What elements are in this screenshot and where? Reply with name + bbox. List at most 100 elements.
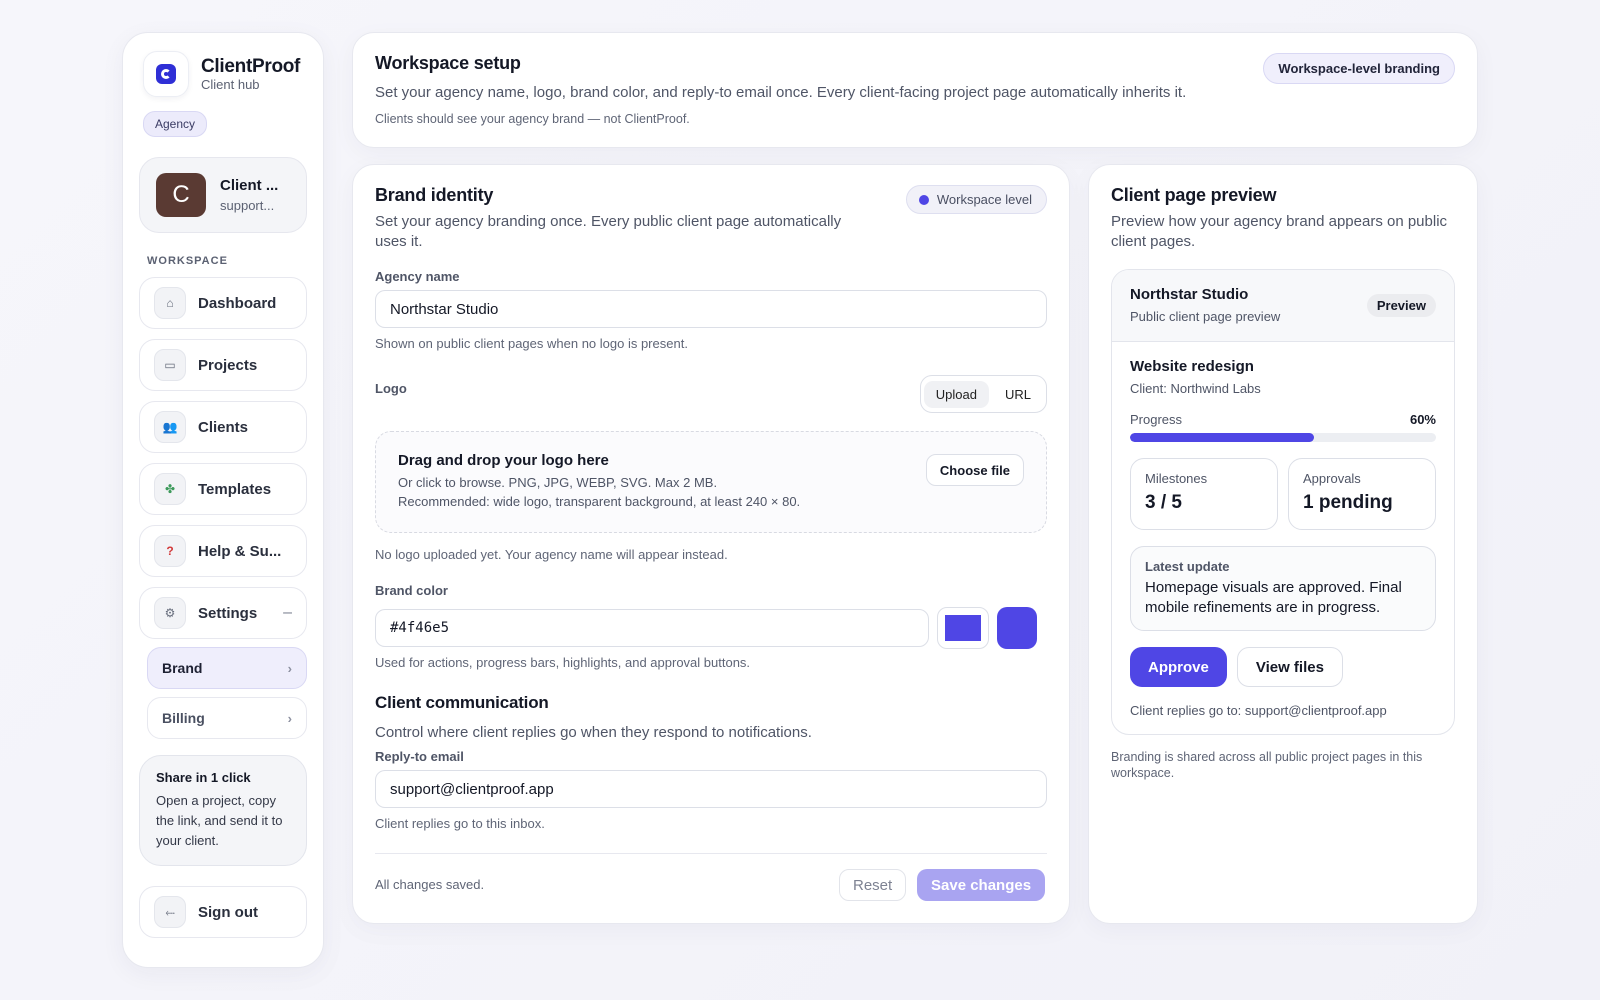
user-card[interactable]: C Client ... support... (139, 157, 307, 233)
preview-card-body: Website redesign Client: Northwind Labs … (1112, 342, 1454, 734)
logout-icon: ⬸ (154, 896, 186, 928)
preview-reply-note: Client replies go to: support@clientproo… (1130, 703, 1387, 718)
signout-button[interactable]: ⬸ Sign out (139, 886, 307, 938)
reply-to-field: Reply-to email support@clientproof.app C… (375, 749, 1047, 831)
color-picker-swatch[interactable] (937, 607, 989, 649)
nav-settings[interactable]: ⚙ Settings – (139, 587, 307, 639)
nav-label: Settings (198, 604, 258, 622)
brand-color-preview (997, 607, 1037, 649)
logo-dropzone[interactable]: Drag and drop your logo here Or click to… (375, 431, 1047, 533)
user-name: Client ... (220, 177, 279, 194)
client-communication-description: Control where client replies go when the… (375, 724, 812, 741)
share-title: Share in 1 click (156, 770, 251, 785)
client-communication-title: Client communication (375, 693, 549, 712)
milestones-value: 3 / 5 (1145, 492, 1182, 513)
approvals-stat: Approvals 1 pending (1288, 458, 1436, 530)
view-files-button[interactable]: View files (1236, 647, 1343, 687)
nav-dashboard[interactable]: ⌂ Dashboard (139, 277, 307, 329)
nav-clients[interactable]: 👥 Clients (139, 401, 307, 453)
nav-label: Projects (198, 356, 258, 374)
reset-button[interactable]: Reset (839, 869, 907, 901)
app-name: ClientProof (201, 56, 301, 77)
brand-identity-description: Set your agency branding once. Every pub… (375, 213, 842, 250)
subnav-billing[interactable]: Billing › (147, 697, 307, 739)
avatar: C (156, 173, 206, 217)
preview-card: Northstar Studio Public client page prev… (1111, 269, 1455, 735)
reply-to-label: Reply-to email (375, 749, 464, 764)
app-brand: ClientProof Client hub (143, 51, 307, 97)
subnav-brand[interactable]: Brand › (147, 647, 307, 689)
tab-url[interactable]: URL (993, 381, 1043, 408)
tab-upload[interactable]: Upload (923, 380, 989, 408)
preview-footnote: Branding is shared across all public pro… (1111, 750, 1423, 780)
stats-row: Milestones 3 / 5 Approvals 1 pending (1130, 458, 1436, 530)
agency-name-input[interactable]: Northstar Studio (375, 290, 1047, 328)
signout-label: Sign out (198, 903, 258, 921)
chevron-right-icon: › (287, 710, 292, 726)
agency-name-field: Agency name Northstar Studio Shown on pu… (375, 269, 1047, 351)
preview-description: Preview how your agency brand appears on… (1111, 213, 1448, 250)
footer-divider (375, 853, 1047, 854)
nav-projects[interactable]: ▭ Projects (139, 339, 307, 391)
brand-color-help: Used for actions, progress bars, highlig… (375, 655, 751, 670)
page-description: Set your agency name, logo, brand color,… (375, 84, 1187, 101)
status-dot-icon (918, 194, 929, 205)
choose-file-button[interactable]: Choose file (925, 454, 1024, 486)
milestones-stat: Milestones 3 / 5 (1130, 458, 1278, 530)
brand-color-input[interactable]: #4f46e5 (375, 609, 929, 647)
share-text: Open a project, copy the link, and send … (156, 793, 283, 848)
preview-badge: Preview (1366, 294, 1436, 317)
question-icon: ? (154, 535, 186, 567)
nav-label: Clients (198, 418, 249, 436)
reply-to-input[interactable]: support@clientproof.app (375, 770, 1047, 808)
workspace-level-label: Workspace level (936, 192, 1032, 207)
approve-button[interactable]: Approve (1130, 647, 1227, 687)
preview-actions: Approve View files (1130, 647, 1436, 687)
users-icon: 👥 (154, 411, 186, 443)
nav-templates[interactable]: ✤ Templates (139, 463, 307, 515)
milestones-label: Milestones (1145, 471, 1208, 486)
logo-status: No logo uploaded yet. Your agency name w… (375, 547, 728, 562)
progress-bar (1130, 433, 1436, 442)
role-badge: Agency (143, 111, 208, 137)
gear-icon: ⚙ (154, 597, 186, 629)
progress-bar-fill (1130, 433, 1314, 442)
nav-label: Templates (198, 480, 272, 498)
workspace-header: Workspace setup Set your agency name, lo… (352, 32, 1478, 148)
chevron-right-icon: › (287, 660, 292, 676)
agency-name-help: Shown on public client pages when no log… (375, 336, 688, 351)
subnav-label: Brand (162, 660, 203, 676)
preview-client-name: Client: Northwind Labs (1130, 381, 1261, 396)
progress-row: Progress 60% (1130, 412, 1436, 427)
client-preview-panel: Client page preview Preview how your age… (1088, 164, 1478, 924)
agency-name-label: Agency name (375, 269, 460, 284)
collapse-icon[interactable]: – (283, 604, 292, 622)
latest-update-text: Homepage visuals are approved. Final mob… (1145, 579, 1402, 616)
brand-color-label: Brand color (375, 583, 448, 598)
nav-label: Dashboard (198, 294, 277, 312)
subnav-label: Billing (162, 710, 205, 726)
progress-value: 60% (1409, 412, 1436, 427)
workspace-section-label: WORKSPACE (147, 255, 228, 267)
workspace-level-badge: Workspace level (905, 185, 1047, 214)
latest-update-box: Latest update Homepage visuals are appro… (1130, 546, 1436, 631)
approvals-label: Approvals (1303, 471, 1361, 486)
user-email: support... (220, 198, 275, 213)
reply-to-help: Client replies go to this inbox. (375, 816, 545, 831)
preview-title: Client page preview (1111, 185, 1277, 205)
save-changes-button[interactable]: Save changes (917, 869, 1046, 901)
approvals-value: 1 pending (1303, 492, 1393, 513)
save-status: All changes saved. (375, 877, 485, 892)
app-subtitle: Client hub (201, 77, 260, 92)
nav-help[interactable]: ? Help & Su... (139, 525, 307, 577)
preview-project-name: Website redesign (1130, 358, 1254, 375)
logo-source-toggle: Upload URL (919, 375, 1047, 413)
brand-identity-panel: Brand identity Set your agency branding … (352, 164, 1070, 924)
nav-label: Help & Su... (198, 542, 282, 560)
folder-icon: ▭ (154, 349, 186, 381)
puzzle-icon: ✤ (154, 473, 186, 505)
workspace-branding-badge: Workspace-level branding (1263, 53, 1455, 84)
page-note: Clients should see your agency brand — n… (375, 112, 690, 126)
app-logo-icon (143, 51, 189, 97)
share-tip-card: Share in 1 click Open a project, copy th… (139, 755, 307, 866)
